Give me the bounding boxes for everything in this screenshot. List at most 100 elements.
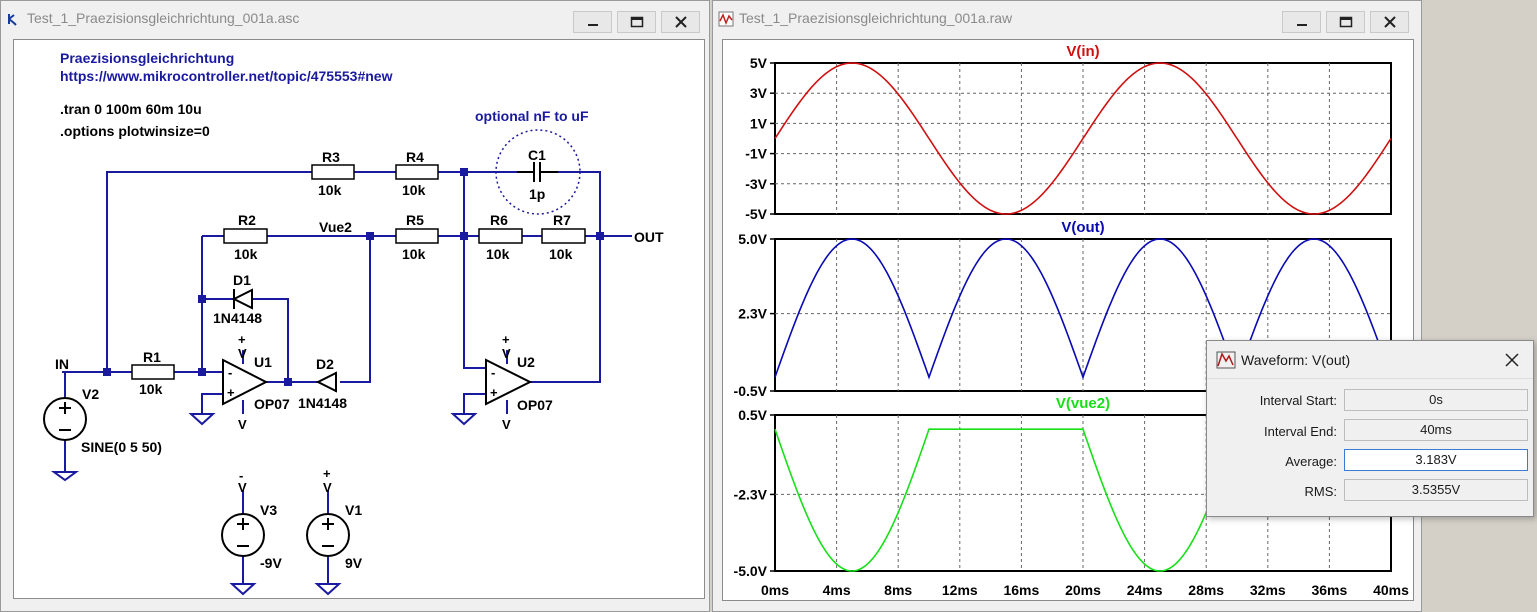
x-tick-label: 20ms <box>1065 582 1101 598</box>
u2-value[interactable]: OP07 <box>517 397 553 413</box>
y-tick-label: 0.5V <box>738 407 767 423</box>
r7-name[interactable]: R7 <box>553 212 571 228</box>
y-tick-label: 2.3V <box>738 306 767 322</box>
u2-vminus-v: V <box>502 417 511 432</box>
r1-value[interactable]: 10k <box>139 381 163 397</box>
rms-field[interactable]: 3.5355V <box>1344 479 1528 501</box>
dialog-title: Waveform: V(out) <box>1241 352 1351 368</box>
r4-name[interactable]: R4 <box>406 149 424 165</box>
r3-value[interactable]: 10k <box>318 182 342 198</box>
dialog-separator <box>1207 378 1533 379</box>
in-net-label[interactable]: IN <box>55 356 69 372</box>
x-tick-label: 12ms <box>942 582 978 598</box>
average-label: Average: <box>1285 454 1337 469</box>
close-icon[interactable] <box>1505 353 1519 367</box>
waveform-titlebar[interactable]: Test_1_Praezisionsgleichrichtung_001a.ra… <box>713 1 1421 37</box>
maximize-button[interactable] <box>617 11 656 33</box>
r2-value[interactable]: 10k <box>234 246 258 262</box>
rms-label: RMS: <box>1304 484 1338 499</box>
u2-noninv-mark: - <box>491 365 495 380</box>
minimize-icon <box>1296 24 1307 26</box>
y-tick-label: 5.0V <box>738 231 767 247</box>
d2-name[interactable]: D2 <box>316 356 334 372</box>
close-button[interactable] <box>661 11 700 33</box>
close-icon <box>674 16 687 28</box>
vue2-trace-title[interactable]: V(vue2) <box>1056 395 1110 412</box>
schematic-drawing[interactable]: Praezisionsgleichrichtung https://www.mi… <box>14 40 705 599</box>
y-tick-label: 1V <box>750 115 768 131</box>
options-directive[interactable]: .options plotwinsize=0 <box>60 123 210 139</box>
ltspice-waveform-icon <box>718 11 734 27</box>
waveform-window-title: Test_1_Praezisionsgleichrichtung_001a.ra… <box>739 10 1013 26</box>
v1-node-mark: + <box>323 466 331 481</box>
r2-name[interactable]: R2 <box>238 212 256 228</box>
r3-name[interactable]: R3 <box>322 149 340 165</box>
minimize-button[interactable] <box>573 11 612 33</box>
v1-node-v: V <box>323 480 332 495</box>
optional-cap-note: optional nF to uF <box>475 108 589 124</box>
average-field[interactable]: 3.183V <box>1344 449 1528 471</box>
x-tick-label: 8ms <box>884 582 912 598</box>
ltspice-schematic-icon <box>8 14 17 26</box>
d1-value[interactable]: 1N4148 <box>213 310 262 326</box>
minimize-icon <box>587 24 598 26</box>
vout-trace-title[interactable]: V(out) <box>1061 219 1104 236</box>
y-tick-label: 3V <box>750 85 768 101</box>
u1-inv-mark: + <box>227 385 235 400</box>
interval-start-field[interactable]: 0s <box>1344 389 1528 411</box>
interval-end-field[interactable]: 40ms <box>1344 419 1528 441</box>
vue2-net-label[interactable]: Vue2 <box>319 219 352 235</box>
minimize-button[interactable] <box>1282 11 1321 33</box>
waveform-dialog: Waveform: V(out) Interval Start: 0s Inte… <box>1206 340 1534 517</box>
maximize-button[interactable] <box>1326 11 1365 33</box>
x-tick-label: 16ms <box>1003 582 1039 598</box>
c1-value[interactable]: 1p <box>529 186 545 202</box>
schematic-canvas[interactable]: Praezisionsgleichrichtung https://www.mi… <box>13 39 705 599</box>
v3-name[interactable]: V3 <box>260 502 277 518</box>
v2-value[interactable]: SINE(0 5 50) <box>81 439 162 455</box>
r5-value[interactable]: 10k <box>402 246 426 262</box>
u1-vplus-v: V <box>238 346 247 361</box>
maximize-icon <box>630 16 643 28</box>
r1-name[interactable]: R1 <box>143 349 161 365</box>
r6-value[interactable]: 10k <box>486 246 510 262</box>
out-net-label[interactable]: OUT <box>634 229 664 245</box>
close-button[interactable] <box>1370 11 1409 33</box>
y-tick-label: -2.3V <box>734 486 768 502</box>
y-tick-label: -5V <box>745 206 767 222</box>
v2-name[interactable]: V2 <box>82 386 99 402</box>
d2-value[interactable]: 1N4148 <box>298 395 347 411</box>
vin-trace-title[interactable]: V(in) <box>1066 43 1099 60</box>
u1-vplus-mark: + <box>238 332 246 347</box>
interval-start-label: Interval Start: <box>1259 393 1337 408</box>
u2-vplus-v: V <box>502 346 511 361</box>
u2-vplus-mark: + <box>502 332 510 347</box>
u2-inv-mark: + <box>490 385 498 400</box>
u1-value[interactable]: OP07 <box>254 396 290 412</box>
x-tick-label: 36ms <box>1311 582 1347 598</box>
y-tick-label: -1V <box>745 146 767 162</box>
v1-value[interactable]: 9V <box>345 555 363 571</box>
x-tick-label: 28ms <box>1188 582 1224 598</box>
y-tick-label: -3V <box>745 176 767 192</box>
u2-name[interactable]: U2 <box>517 354 535 370</box>
schematic-url-comment: https://www.mikrocontroller.net/topic/47… <box>60 68 393 84</box>
v3-node-v: V <box>238 480 247 495</box>
schematic-titlebar[interactable]: Test_1_Praezisionsgleichrichtung_001a.as… <box>1 1 709 37</box>
u1-vminus-v: V <box>238 417 247 432</box>
u1-name[interactable]: U1 <box>254 354 272 370</box>
tran-directive[interactable]: .tran 0 100m 60m 10u <box>60 101 202 117</box>
c1-name[interactable]: C1 <box>528 147 546 163</box>
r4-value[interactable]: 10k <box>402 182 426 198</box>
r5-name[interactable]: R5 <box>406 212 424 228</box>
interval-end-label: Interval End: <box>1264 424 1337 439</box>
y-tick-label: -5.0V <box>734 563 768 579</box>
r7-value[interactable]: 10k <box>549 246 573 262</box>
r6-name[interactable]: R6 <box>490 212 508 228</box>
v3-value[interactable]: -9V <box>260 555 282 571</box>
x-tick-label: 4ms <box>823 582 851 598</box>
d1-name[interactable]: D1 <box>233 272 251 288</box>
maximize-icon <box>1339 16 1352 28</box>
close-icon <box>1383 16 1396 28</box>
v1-name[interactable]: V1 <box>345 502 362 518</box>
